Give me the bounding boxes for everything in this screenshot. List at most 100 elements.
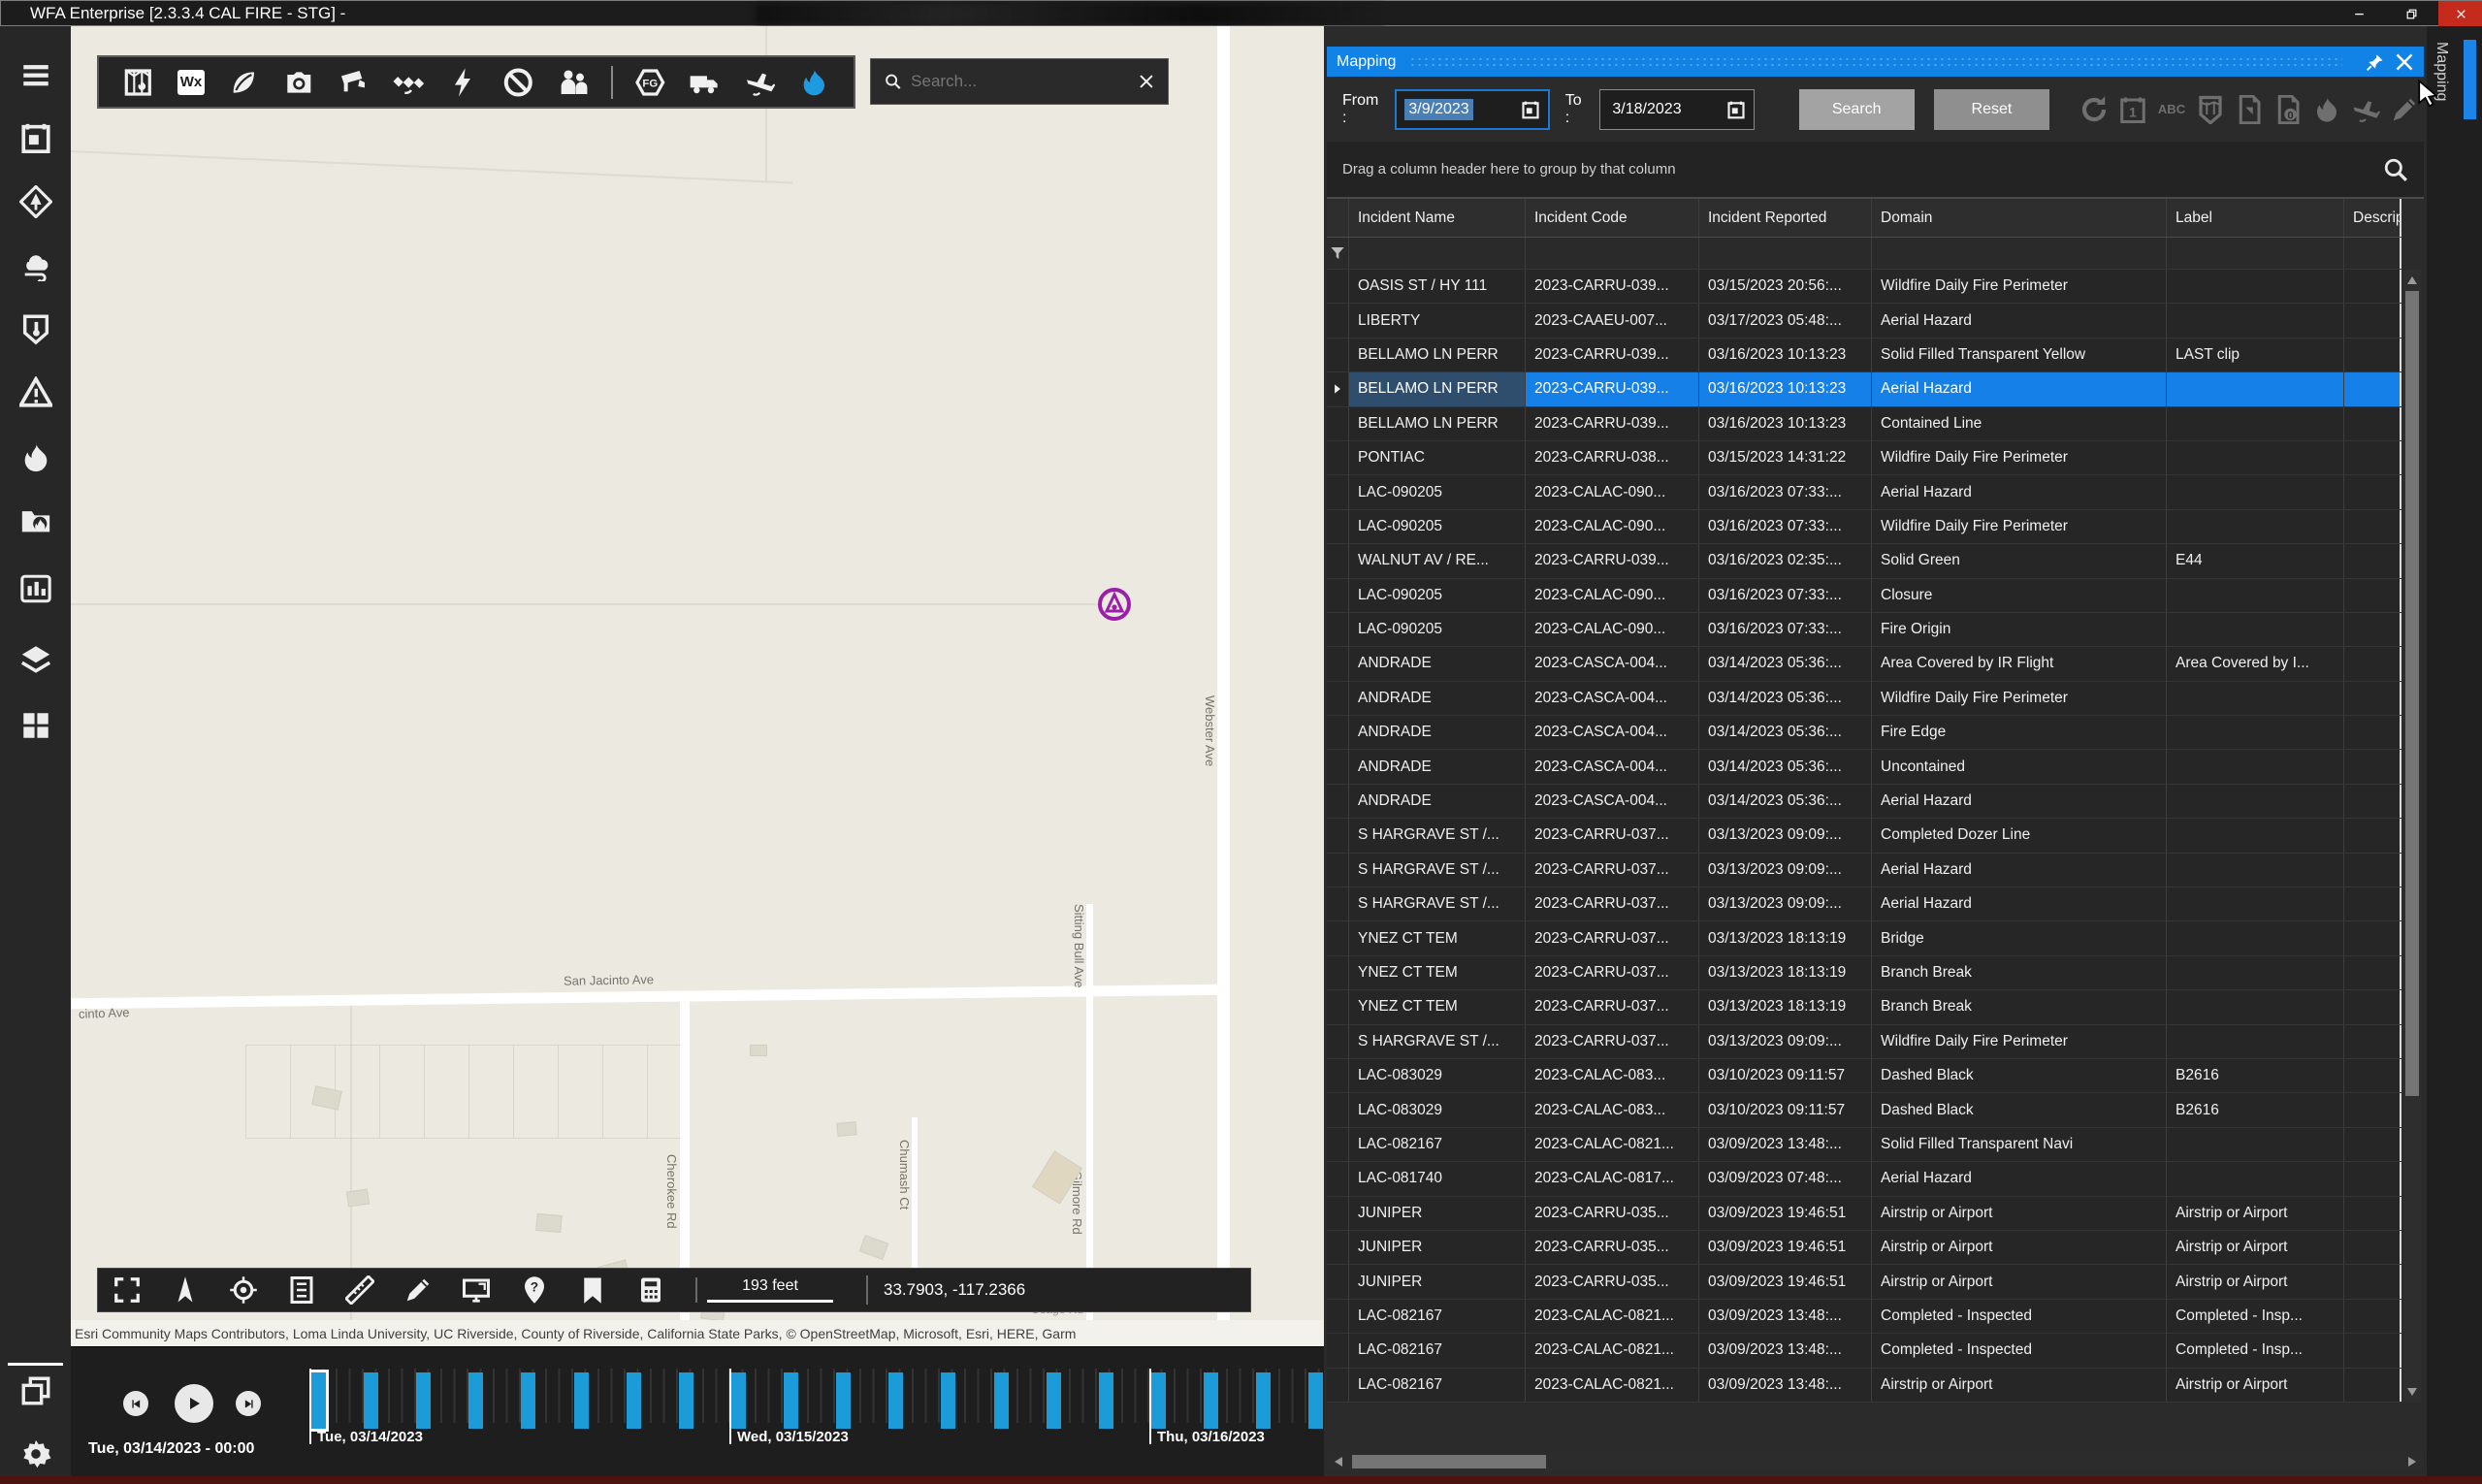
scroll-left-icon[interactable] <box>1335 1457 1342 1467</box>
step-back-button[interactable] <box>123 1391 148 1416</box>
table-row[interactable]: LAC-083029 2023-CALAC-083... 03/10/2023 … <box>1327 1059 2401 1093</box>
timeline-frame-bar[interactable] <box>1099 1372 1113 1429</box>
table-row[interactable]: S HARGRAVE ST /... 2023-CARRU-037... 03/… <box>1327 887 2401 921</box>
timeline-frame-bar[interactable] <box>311 1372 326 1429</box>
table-row[interactable]: BELLAMO LN PERR 2023-CARRU-039... 03/16/… <box>1327 407 2401 441</box>
table-row[interactable]: YNEZ CT TEM 2023-CARRU-037... 03/13/2023… <box>1327 921 2401 955</box>
cctv-camera-icon[interactable] <box>338 67 371 98</box>
table-row[interactable]: PONTIAC 2023-CARRU-038... 03/15/2023 14:… <box>1327 441 2401 475</box>
search-button[interactable]: Search <box>1799 89 1915 130</box>
timeline-frame-bar[interactable] <box>994 1372 1009 1429</box>
table-row[interactable]: ANDRADE 2023-CASCA-004... 03/14/2023 05:… <box>1327 716 2401 750</box>
identify-location-icon[interactable] <box>520 1275 549 1305</box>
abc-labels-icon[interactable]: ABC <box>2157 95 2186 124</box>
timeline-frame-bar[interactable] <box>521 1372 535 1429</box>
table-row[interactable]: YNEZ CT TEM 2023-CARRU-037... 03/13/2023… <box>1327 990 2401 1024</box>
table-row[interactable]: S HARGRAVE ST /... 2023-CARRU-037... 03/… <box>1327 1025 2401 1059</box>
timeline-frame-bar[interactable] <box>627 1372 641 1429</box>
filter-cell[interactable] <box>1872 238 2167 269</box>
horizontal-scrollbar[interactable] <box>1327 1452 2424 1471</box>
table-row[interactable]: OASIS ST / HY 111 2023-CARRU-039... 03/1… <box>1327 270 2401 304</box>
timeline-frame-bar[interactable] <box>679 1372 693 1429</box>
table-row[interactable]: JUNIPER 2023-CARRU-035... 03/09/2023 19:… <box>1327 1231 2401 1265</box>
timeline-frame-bar[interactable] <box>836 1372 851 1429</box>
timeline-frame-bar[interactable] <box>416 1372 431 1429</box>
sidebar-item-alerts-warning[interactable] <box>18 376 53 409</box>
column-header-label[interactable]: Label <box>2167 199 2344 237</box>
calendar-day-icon[interactable] <box>2118 95 2147 124</box>
timeline-frame-bar[interactable] <box>941 1372 955 1429</box>
group-by-bar[interactable]: Drag a column header here to group by th… <box>1327 142 2424 199</box>
from-date-field[interactable]: 3/9/2023 <box>1395 89 1549 130</box>
table-row[interactable]: LAC-090205 2023-CALAC-090... 03/16/2023 … <box>1327 510 2401 544</box>
camera-icon[interactable] <box>283 67 315 98</box>
table-row[interactable]: LAC-081740 2023-CALAC-0817... 03/09/2023… <box>1327 1162 2401 1196</box>
map-search-input[interactable] <box>911 72 1125 91</box>
bookmarks-icon[interactable] <box>578 1275 607 1305</box>
play-button[interactable] <box>175 1384 213 1423</box>
column-header-incident-name[interactable]: Incident Name <box>1349 199 1526 237</box>
table-row[interactable]: ANDRADE 2023-CASCA-004... 03/14/2023 05:… <box>1327 647 2401 681</box>
table-row[interactable]: LAC-090205 2023-CALAC-090... 03/16/2023 … <box>1327 475 2401 509</box>
file-export-icon[interactable] <box>2235 95 2264 124</box>
table-row[interactable]: LAC-082167 2023-CALAC-0821... 03/09/2023… <box>1327 1128 2401 1162</box>
scroll-up-icon[interactable] <box>2407 276 2417 284</box>
filter-cell[interactable] <box>2167 238 2344 269</box>
personnel-icon[interactable] <box>558 67 590 98</box>
vegetation-leaf-icon[interactable] <box>228 67 260 98</box>
timeline-frame-bar[interactable] <box>1308 1372 1323 1429</box>
map-document-icon[interactable] <box>2196 95 2225 124</box>
sidebar-item-reports-chart[interactable] <box>18 572 53 605</box>
clear-search-icon[interactable] <box>1139 70 1154 93</box>
column-header-description[interactable]: Description <box>2344 199 2401 237</box>
table-row[interactable]: LIBERTY 2023-CAAEU-007... 03/17/2023 05:… <box>1327 304 2401 338</box>
table-row[interactable]: ANDRADE 2023-CASCA-004... 03/14/2023 05:… <box>1327 785 2401 819</box>
sidebar-item-fire-hazard[interactable] <box>18 185 53 218</box>
fire-truck-icon[interactable] <box>689 67 721 98</box>
timeline-frame-bar[interactable] <box>1047 1372 1061 1429</box>
timeline-frame-bar[interactable] <box>784 1372 798 1429</box>
table-row[interactable]: S HARGRAVE ST /... 2023-CARRU-037... 03/… <box>1327 854 2401 887</box>
draw-pencil-icon[interactable] <box>403 1275 433 1305</box>
filter-cell[interactable] <box>1349 238 1526 269</box>
table-row[interactable]: LAC-083029 2023-CALAC-083... 03/10/2023 … <box>1327 1093 2401 1127</box>
column-header-domain[interactable]: Domain <box>1872 199 2167 237</box>
restore-button[interactable] <box>2389 1 2434 26</box>
table-row[interactable]: JUNIPER 2023-CARRU-035... 03/09/2023 19:… <box>1327 1197 2401 1231</box>
timeline-frame-bar[interactable] <box>1151 1372 1166 1429</box>
sidebar-item-weather-wind[interactable] <box>18 248 53 281</box>
timeline-frame-bar[interactable] <box>468 1372 483 1429</box>
lightning-icon[interactable] <box>448 67 480 98</box>
timeline-frame-bar[interactable] <box>1204 1372 1218 1429</box>
sidebar-item-settings-gear[interactable] <box>18 1437 53 1470</box>
table-row[interactable]: ANDRADE 2023-CASCA-004... 03/14/2023 05:… <box>1327 750 2401 784</box>
aircraft-icon[interactable] <box>2351 95 2380 124</box>
table-row[interactable]: BELLAMO LN PERR 2023-CARRU-039... 03/16/… <box>1327 339 2401 372</box>
sidebar-item-heat-risk[interactable] <box>18 312 53 345</box>
fire-blue-icon[interactable] <box>798 67 830 98</box>
table-row[interactable]: LAC-082167 2023-CALAC-0821... 03/09/2023… <box>1327 1334 2401 1368</box>
scroll-right-icon[interactable] <box>2408 1457 2416 1467</box>
table-row[interactable]: WALNUT AV / RE... 2023-CARRU-039... 03/1… <box>1327 544 2401 578</box>
fire-icon[interactable] <box>2312 95 2341 124</box>
locate-icon[interactable] <box>229 1275 258 1305</box>
horizontal-scroll-thumb[interactable] <box>1352 1455 1546 1468</box>
satellite-icon[interactable] <box>393 67 425 98</box>
vertical-scroll-thumb[interactable] <box>2405 291 2419 1096</box>
refresh-icon[interactable] <box>2079 95 2109 124</box>
vertical-scrollbar[interactable] <box>2403 270 2421 1403</box>
table-row[interactable]: YNEZ CT TEM 2023-CARRU-037... 03/13/2023… <box>1327 956 2401 990</box>
column-header-incident-reported[interactable]: Incident Reported <box>1699 199 1872 237</box>
table-row[interactable]: LAC-082167 2023-CALAC-0821... 03/09/2023… <box>1327 1300 2401 1334</box>
filter-cell[interactable] <box>2344 238 2401 269</box>
close-button[interactable] <box>2438 1 2482 26</box>
map-canvas[interactable]: cinto Ave San Jacinto Ave Webster Ave Si… <box>71 26 1324 1346</box>
file-zero-icon[interactable] <box>2273 95 2303 124</box>
table-row[interactable]: LAC-090205 2023-CALAC-090... 03/16/2023 … <box>1327 613 2401 647</box>
sidebar-item-windows-pages[interactable] <box>18 1374 53 1407</box>
timeline-frame-bar[interactable] <box>888 1372 903 1429</box>
to-date-field[interactable]: 3/18/2023 <box>1599 89 1754 130</box>
sidebar-item-menu[interactable] <box>18 58 53 91</box>
north-arrow-icon[interactable] <box>171 1275 200 1305</box>
table-row[interactable]: JUNIPER 2023-CARRU-035... 03/09/2023 19:… <box>1327 1265 2401 1299</box>
